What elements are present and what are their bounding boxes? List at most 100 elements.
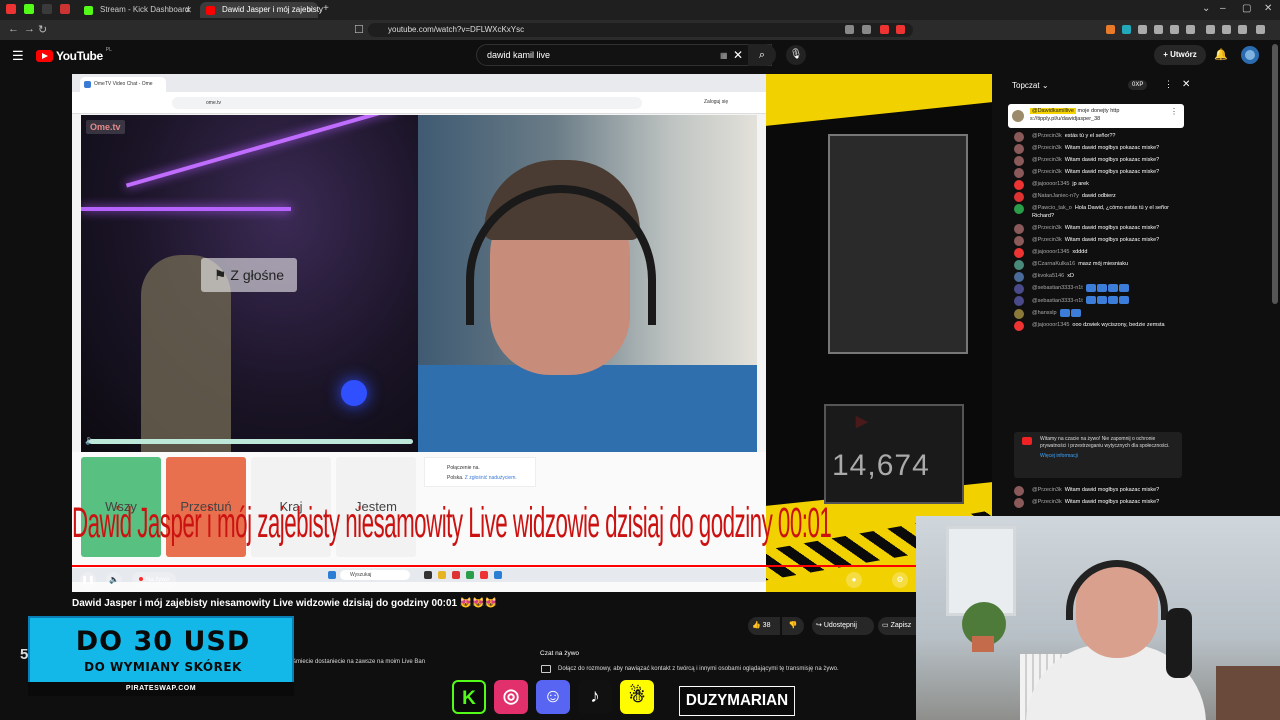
like-count: 38 [762,622,771,629]
chat-header: Topczat ⌄ 0XP ⋮ ✕ [1002,74,1198,98]
app-icon[interactable] [6,4,16,14]
tab-kick-dashboard[interactable]: Stream - Kick Dashboard ✕ [78,2,196,18]
tab-search-icon[interactable]: ⌄ [1202,3,1210,14]
dislike-button[interactable]: 👎 [782,617,804,635]
extension-icon[interactable] [1138,25,1147,34]
page-scrollbar[interactable] [1272,44,1278,304]
snapchat-icon: ☃ [620,680,654,714]
chat-username: @jajoooor1345 [1032,322,1070,329]
extension-icon[interactable] [1122,25,1131,34]
emote-icon [1107,296,1118,305]
puzzle-icon[interactable] [1186,25,1195,34]
youtube-logo[interactable]: YouTube PL [36,47,112,63]
install-icon[interactable] [845,25,854,34]
tab-youtube-video[interactable]: Dawid Jasper i mój zajebisty ✕ [200,2,323,18]
chat-message[interactable]: @jajoooor1345 jp arek [1002,178,1198,190]
extension-icon[interactable] [880,25,889,34]
video-player[interactable]: OmeTV Video Chat - Ome ome.tv Zaloguj si… [72,74,992,592]
pinned-message[interactable]: @Dawidkamillive moje donejty http s://ti… [1008,104,1184,128]
xp-badge[interactable]: 0XP [1128,80,1148,90]
chat-message[interactable]: @hansslp [1002,307,1198,319]
chat-message[interactable]: @sebastian3333-n1t [1002,294,1198,307]
chat-message[interactable]: @Przecin3k Witam dawid mogłbys pokazac mi… [1002,484,1198,496]
menu-icon[interactable]: ☰ [12,48,24,64]
chat-message[interactable]: @Przecin3k Witam dawid mogłbys pokazac mi… [1002,142,1198,154]
tiktok-icon: ♪ [578,680,612,714]
chat-message[interactable]: @Pawcio_tak_o Hola Dawid, ¿cómo estás tú … [1002,202,1198,222]
like-button[interactable]: 👍 38 [748,617,780,635]
more-options-icon[interactable]: ⋮ [1164,79,1173,90]
live-badge[interactable]: Na żywo [132,572,176,588]
volume-button[interactable]: 🔈 [106,572,122,588]
pause-button[interactable]: ❚❚ [80,572,96,588]
live-progress-bar[interactable] [72,565,992,567]
captured-login: Zaloguj się [704,99,729,105]
minimize-icon[interactable]: – [1220,3,1226,14]
close-chat-icon[interactable]: ✕ [1182,79,1190,90]
emote-icon [1096,284,1107,292]
chat-message[interactable]: @Przecin3k Witam dawid mogłbys pokazac mi… [1002,166,1198,178]
search-input[interactable]: dawid kamil live [476,44,772,66]
chat-message[interactable]: @NatanJaniec-n7y dawid odbierz [1002,190,1198,202]
bell-icon[interactable]: 🔔 [1214,48,1228,61]
pinned-tab-icon[interactable] [42,4,52,14]
extension-icon[interactable] [1106,25,1115,34]
create-button[interactable]: + Utwórz [1154,45,1206,65]
forward-icon[interactable]: → [24,23,35,35]
chat-message[interactable]: @jajoooor1345 ooo dzwiek wyciszony, bedzi… [1002,319,1198,332]
new-tab-button[interactable]: + [323,3,329,14]
discord-icon: ☺ [536,680,570,714]
search-button[interactable]: ⌕ [748,44,776,66]
back-icon[interactable]: ← [8,23,19,35]
chat-message[interactable]: @CzarnaKulka16 masz mój miesniaku [1002,258,1198,270]
sidebar-icon[interactable] [1206,25,1215,34]
pinned-tab-icon[interactable] [60,4,70,14]
emote-icon [1096,296,1107,305]
autoplay-toggle[interactable]: ● [846,572,862,588]
chat-message[interactable]: @Przecin3k Witam dawid mogłbys pokazac mi… [1002,154,1198,166]
save-button[interactable]: ▭ Zapisz [878,617,918,635]
description-snippet: i śmiecie dostaniecie na zawsze na moim … [290,659,426,665]
avatar [1012,110,1024,122]
maximize-icon[interactable]: ▢ [1242,3,1251,14]
chat-message[interactable]: @Przecin3k estás tú y el señor?? [1002,130,1198,142]
settings-icon[interactable]: ⚙ [892,572,908,588]
clear-search-icon[interactable]: ✕ [733,48,743,62]
reload-icon[interactable]: ↻ [38,23,47,36]
connection-line: Połączenie na. [447,465,480,471]
avatar[interactable] [1241,46,1259,64]
menu-icon[interactable] [1256,25,1265,34]
more-options-icon[interactable]: ⋮ [1170,108,1178,116]
chat-text: Witam dawid mogłbys pokazac miske? [1064,487,1160,493]
extension-icon[interactable] [1170,25,1179,34]
more-info-link[interactable]: Więcej informacji [1040,453,1176,460]
bookmark-icon[interactable]: ☐ [354,23,364,36]
share-icon[interactable] [862,25,871,34]
kick-icon[interactable] [24,4,34,14]
chat-message[interactable]: @jajoooor1345 xdddd [1002,246,1198,258]
profile-icon[interactable] [1238,25,1247,34]
chat-message[interactable]: @sebastian3333-n1t [1002,282,1198,294]
create-label: Utwórz [1170,50,1197,59]
chat-message[interactable]: @Przecin3k Witam dawid mogłbys pokazac mi… [1002,222,1198,234]
share-button[interactable]: ↪ Udostępnij [812,617,874,635]
avatar [1014,308,1024,319]
close-icon[interactable]: ✕ [306,2,314,18]
chat-messages: @Przecin3k estás tú y el señor?? @Przecin3… [1002,130,1198,332]
chat-message[interactable]: @Przecin3k Witam dawid mogłbys pokazac mi… [1002,496,1198,508]
avatar [1014,272,1024,282]
chat-username: @NatanJaniec-n7y [1032,193,1079,199]
download-icon[interactable] [1222,25,1231,34]
chat-bubble-icon [541,665,551,673]
url-field[interactable]: youtube.com/watch?v=DFLWXcKxYsc [368,23,913,37]
extension-icon[interactable] [1154,25,1163,34]
voice-search-button[interactable]: 🎙 [786,45,806,65]
extension-icon[interactable] [896,25,905,34]
avatar [1014,321,1024,332]
chat-mode-dropdown[interactable]: Topczat ⌄ [1012,81,1049,90]
close-icon[interactable]: ✕ [184,2,192,18]
keyboard-icon[interactable]: ▦ [720,51,728,60]
chat-message[interactable]: @kvoka5146 xD [1002,270,1198,282]
close-window-icon[interactable]: ✕ [1264,3,1272,14]
chat-message[interactable]: @Przecin3k Witam dawid mogłbys pokazac mi… [1002,234,1198,246]
